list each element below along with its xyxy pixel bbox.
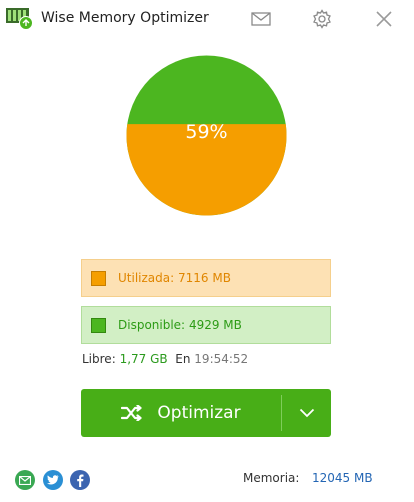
mail-button[interactable] [248, 7, 274, 31]
legend-available: Disponible: 4929 MB [81, 306, 331, 344]
memory-label: Memoria: [243, 471, 300, 485]
optimize-dropdown-button[interactable] [282, 389, 331, 437]
share-mail-button[interactable] [15, 470, 35, 490]
optimize-button-group: Optimizar [81, 389, 331, 437]
close-button[interactable] [371, 7, 397, 31]
title-bar: Wise Memory Optimizer [0, 0, 414, 38]
time-prefix: En [175, 352, 191, 366]
usage-percent: 59% [185, 121, 228, 143]
facebook-icon [77, 474, 84, 487]
free-memory-status: Libre: 1,77 GB En 19:54:52 [82, 352, 248, 366]
available-value: 4929 MB [188, 318, 242, 332]
optimize-button[interactable]: Optimizar [81, 389, 281, 437]
share-twitter-button[interactable] [43, 470, 63, 490]
memory-usage-pie: 59% [126, 55, 287, 216]
mail-share-icon [19, 475, 31, 485]
mail-icon [251, 12, 271, 26]
free-label: Libre: [82, 352, 116, 366]
used-swatch [91, 270, 106, 286]
chevron-down-icon [299, 408, 314, 418]
app-title: Wise Memory Optimizer [41, 10, 209, 26]
twitter-icon [47, 475, 59, 485]
shuffle-icon [121, 405, 143, 421]
gear-icon [313, 9, 331, 29]
close-icon [376, 11, 392, 27]
used-label: Utilizada: [118, 271, 175, 285]
settings-button[interactable] [309, 7, 335, 31]
available-label: Disponible: [118, 318, 186, 332]
app-logo-icon [6, 8, 33, 30]
memory-value: 12045 MB [312, 471, 373, 485]
status-time: 19:54:52 [194, 352, 249, 366]
free-value: 1,77 GB [119, 352, 168, 366]
available-swatch [91, 317, 106, 333]
used-value: 7116 MB [177, 271, 231, 285]
optimize-label: Optimizar [157, 403, 241, 423]
share-facebook-button[interactable] [70, 470, 90, 490]
legend-used: Utilizada: 7116 MB [81, 259, 331, 297]
